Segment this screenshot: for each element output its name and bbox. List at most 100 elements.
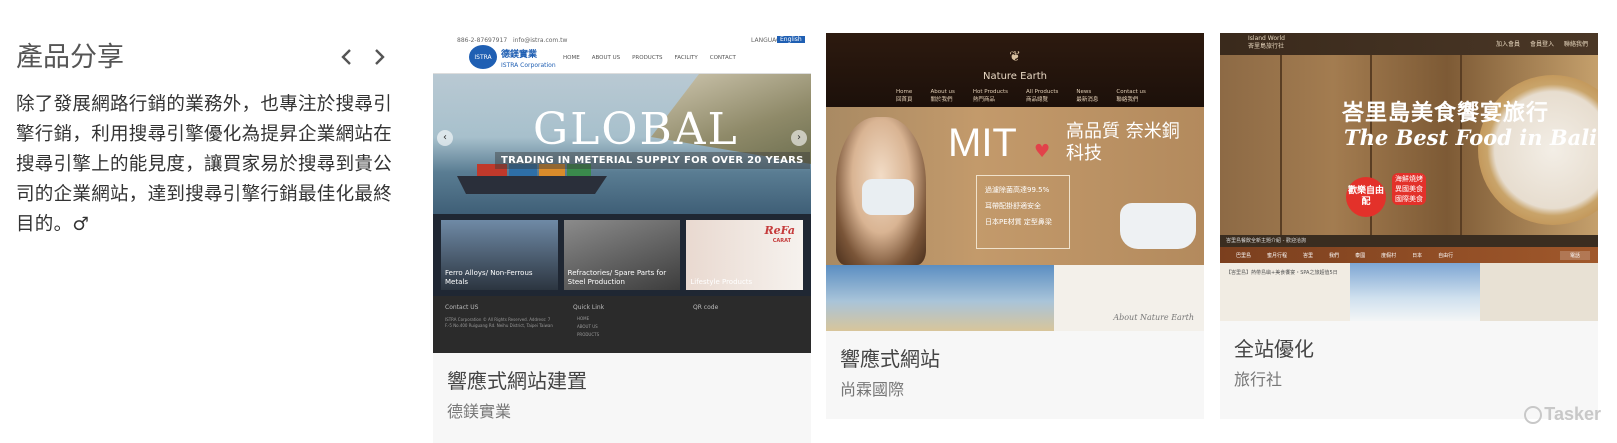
site-nav-item: HOME	[563, 55, 580, 61]
site-nav-item: 泰國	[1355, 252, 1366, 259]
card-caption: 響應式網站 尚霖國際	[826, 331, 1204, 415]
site-brand-zh: 德鎂實業	[501, 50, 538, 60]
about-panel: About Nature Earth	[1054, 265, 1204, 331]
site-nav: Home 回首頁 About us 關於我們 Hot Products 熱門商品 Al…	[896, 89, 1146, 103]
site-nav-item: CONTACT	[709, 55, 736, 61]
card-title[interactable]: 全站優化	[1234, 335, 1584, 363]
category-label: Ferro Alloys/ Non-Ferrous Metals	[445, 269, 533, 286]
promo-tag: 國際美食	[1395, 195, 1423, 203]
site-email: info@istra.com.tw	[513, 37, 568, 44]
feature-box: 過濾除菌高達99.5% 耳帶配掛舒適安全 日本PE材質 定型鼻梁	[976, 175, 1070, 249]
hero-title: 高品質 奈米銅科技	[1066, 121, 1180, 164]
feature-item: 日本PE材質 定型鼻梁	[985, 218, 1052, 226]
promo-tags: 海鮮燒烤 異國美食 國際美食	[1392, 173, 1426, 205]
site-nav-item: ABOUT US	[591, 55, 621, 61]
chevron-right-icon	[375, 49, 385, 65]
site-nav-item: 蜜月行程	[1267, 252, 1288, 259]
about-heading: About Nature Earth	[1113, 313, 1194, 322]
site-nav-item: 日本	[1412, 252, 1423, 259]
footer-link: HOME	[577, 316, 590, 321]
hero-subtitle: The Best Food in Bali	[1344, 125, 1598, 150]
category-tile: Refractories/ Spare Parts for Steel Prod…	[563, 220, 681, 290]
card-title[interactable]: 響應式網站	[840, 345, 1190, 373]
site-nav: 巴里島 蜜月行程 峇里 我們 泰國 度假村 日本 自由行 電話	[1220, 247, 1598, 263]
card-screenshot: 886-2-87697917 info@istra.com.tw LANGUAG…	[433, 33, 811, 353]
carousel-controls	[336, 42, 390, 72]
site-nav-item: 峇里	[1303, 252, 1314, 259]
site-nav-item: 度假村	[1381, 252, 1397, 259]
refa-logo: ReFa	[764, 224, 796, 237]
site-phone: 886-2-87697917	[457, 37, 508, 44]
site-search: 電話	[1559, 250, 1590, 260]
feature-item: 過濾除菌高達99.5%	[985, 186, 1050, 194]
site-hero: 峇里島美食饗宴旅行 The Best Food in Bali 歡樂自由配 海鮮…	[1220, 55, 1598, 235]
category-tile: Ferro Alloys/ Non-Ferrous Metals	[441, 220, 558, 290]
site-nav-item: About us 關於我們	[930, 89, 955, 103]
topbar-link: 聯絡我們	[1563, 41, 1588, 48]
product-mask-image	[1120, 203, 1196, 249]
site-nav: HOME ABOUT US PRODUCTS FACILITY CONTACT	[563, 55, 736, 61]
footer-heading: Quick Link	[573, 304, 605, 311]
card-subtitle: 旅行社	[1234, 370, 1283, 389]
site-nav-item: 我們	[1329, 252, 1340, 259]
mask-image	[862, 179, 914, 215]
site-header: ❦ Nature Earth Home 回首頁 About us 關於我們 Hot …	[826, 33, 1204, 107]
site-brand: 德鎂實業 ISTRA Corporation	[501, 47, 556, 70]
feature-item: 耳帶配掛舒適安全	[985, 202, 1041, 210]
watermark-text: Tasker	[1544, 404, 1601, 424]
card-subtitle: 德鎂實業	[447, 402, 512, 421]
site-categories: Ferro Alloys/ Non-Ferrous Metals Refract…	[433, 214, 811, 296]
promo-tag: 異國美食	[1395, 185, 1423, 193]
sidebar-list	[1480, 263, 1598, 321]
footer-heading: Contact US	[445, 304, 479, 311]
site-brand: Island World 峇里島旅行社	[1248, 35, 1285, 50]
site-logo: ISTRA	[469, 45, 497, 69]
footer-link: ABOUT US	[577, 324, 598, 329]
site-header: 886-2-87697917 info@istra.com.tw LANGUAG…	[433, 33, 811, 74]
site-nav-item: News 最新消息	[1076, 89, 1099, 103]
leaf-logo-icon: ❦	[1009, 49, 1021, 65]
section-description: 除了發展網路行銷的業務外，也專注於搜尋引擎行銷，利用搜尋引擎優化為提昇企業網站在…	[16, 94, 393, 235]
footer-col: Quick Link HOME ABOUT US PRODUCTS	[573, 304, 604, 339]
site-nav-item: Home 回首頁	[896, 89, 913, 103]
heart-icon: ♥	[1034, 141, 1051, 162]
footer-heading: QR code	[693, 304, 719, 311]
category-label: Refractories/ Spare Parts for Steel Prod…	[567, 269, 667, 286]
topbar-link: 會員登入	[1529, 41, 1554, 48]
prev-button[interactable]	[336, 42, 356, 72]
hero-title: GLOBAL	[533, 104, 739, 155]
hero-next-icon: ›	[791, 130, 807, 146]
intro-panel: 產品分享 除了發展網路行銷的業務外，也專注於搜尋引擎行銷，利用搜尋引擎優化為提昇…	[16, 38, 404, 240]
next-button[interactable]	[370, 42, 390, 72]
portfolio-card[interactable]: ❦ Nature Earth Home 回首頁 About us 關於我們 Hot …	[826, 33, 1204, 419]
site-nav-item: PRODUCTS	[632, 55, 663, 61]
promo-badge: 歡樂自由配	[1346, 177, 1386, 217]
footer-col: Contact US ISTRA Corporation © All Right…	[445, 304, 555, 329]
site-hero: GLOBAL TRADING IN METERIAL SUPPLY FOR OV…	[433, 74, 811, 214]
card-screenshot: Island World 峇里島旅行社 加入會員 會員登入 聯絡我們 峇里島美食饗…	[1220, 33, 1598, 321]
site-nav-item: Hot Products 熱門商品	[972, 89, 1009, 103]
hero-mit: MIT	[948, 121, 1017, 165]
site-nav-item: 自由行	[1438, 252, 1454, 259]
site-nav-item: All Products 商品總覽	[1026, 89, 1059, 103]
footer-link: PRODUCTS	[577, 332, 600, 337]
site-brand: Nature Earth	[983, 71, 1047, 82]
site-body: 【峇里島】熱帶島嶼+美食饗宴・SPA之旅超值5日	[1220, 263, 1598, 321]
portfolio-card[interactable]: Island World 峇里島旅行社 加入會員 會員登入 聯絡我們 峇里島美食饗…	[1220, 33, 1598, 419]
portfolio-card[interactable]: 886-2-87697917 info@istra.com.tw LANGUAG…	[433, 33, 811, 443]
card-subtitle: 尚霖國際	[840, 380, 905, 399]
card-title[interactable]: 響應式網站建置	[447, 367, 797, 395]
site-nav-item: FACILITY	[674, 55, 698, 61]
article-title: 【峇里島】熱帶島嶼+美食饗宴・SPA之旅超值5日	[1226, 270, 1338, 276]
site-brand-en: ISTRA Corporation	[501, 62, 556, 69]
site-hero: MIT ♥ 高品質 奈米銅科技 過濾除菌高達99.5% 耳帶配掛舒適安全 日本P…	[826, 107, 1204, 265]
notice-strip: 峇里島餐飲全新主題介紹 - 歡迎洽詢	[1220, 235, 1598, 247]
hero-tagline: TRADING IN METERIAL SUPPLY FOR OVER 20 Y…	[495, 152, 810, 169]
site-topbar: Island World 峇里島旅行社 加入會員 會員登入 聯絡我們	[1220, 33, 1598, 55]
site-lower: About Nature Earth	[826, 265, 1204, 331]
site-nav-item: 巴里島	[1236, 252, 1252, 259]
site-nav-item: Contact us 聯絡我們	[1116, 89, 1146, 103]
hero-title: 峇里島美食饗宴旅行	[1342, 101, 1550, 126]
chevron-left-icon	[341, 49, 351, 65]
topbar-links: 加入會員 會員登入 聯絡我們	[1496, 39, 1588, 48]
